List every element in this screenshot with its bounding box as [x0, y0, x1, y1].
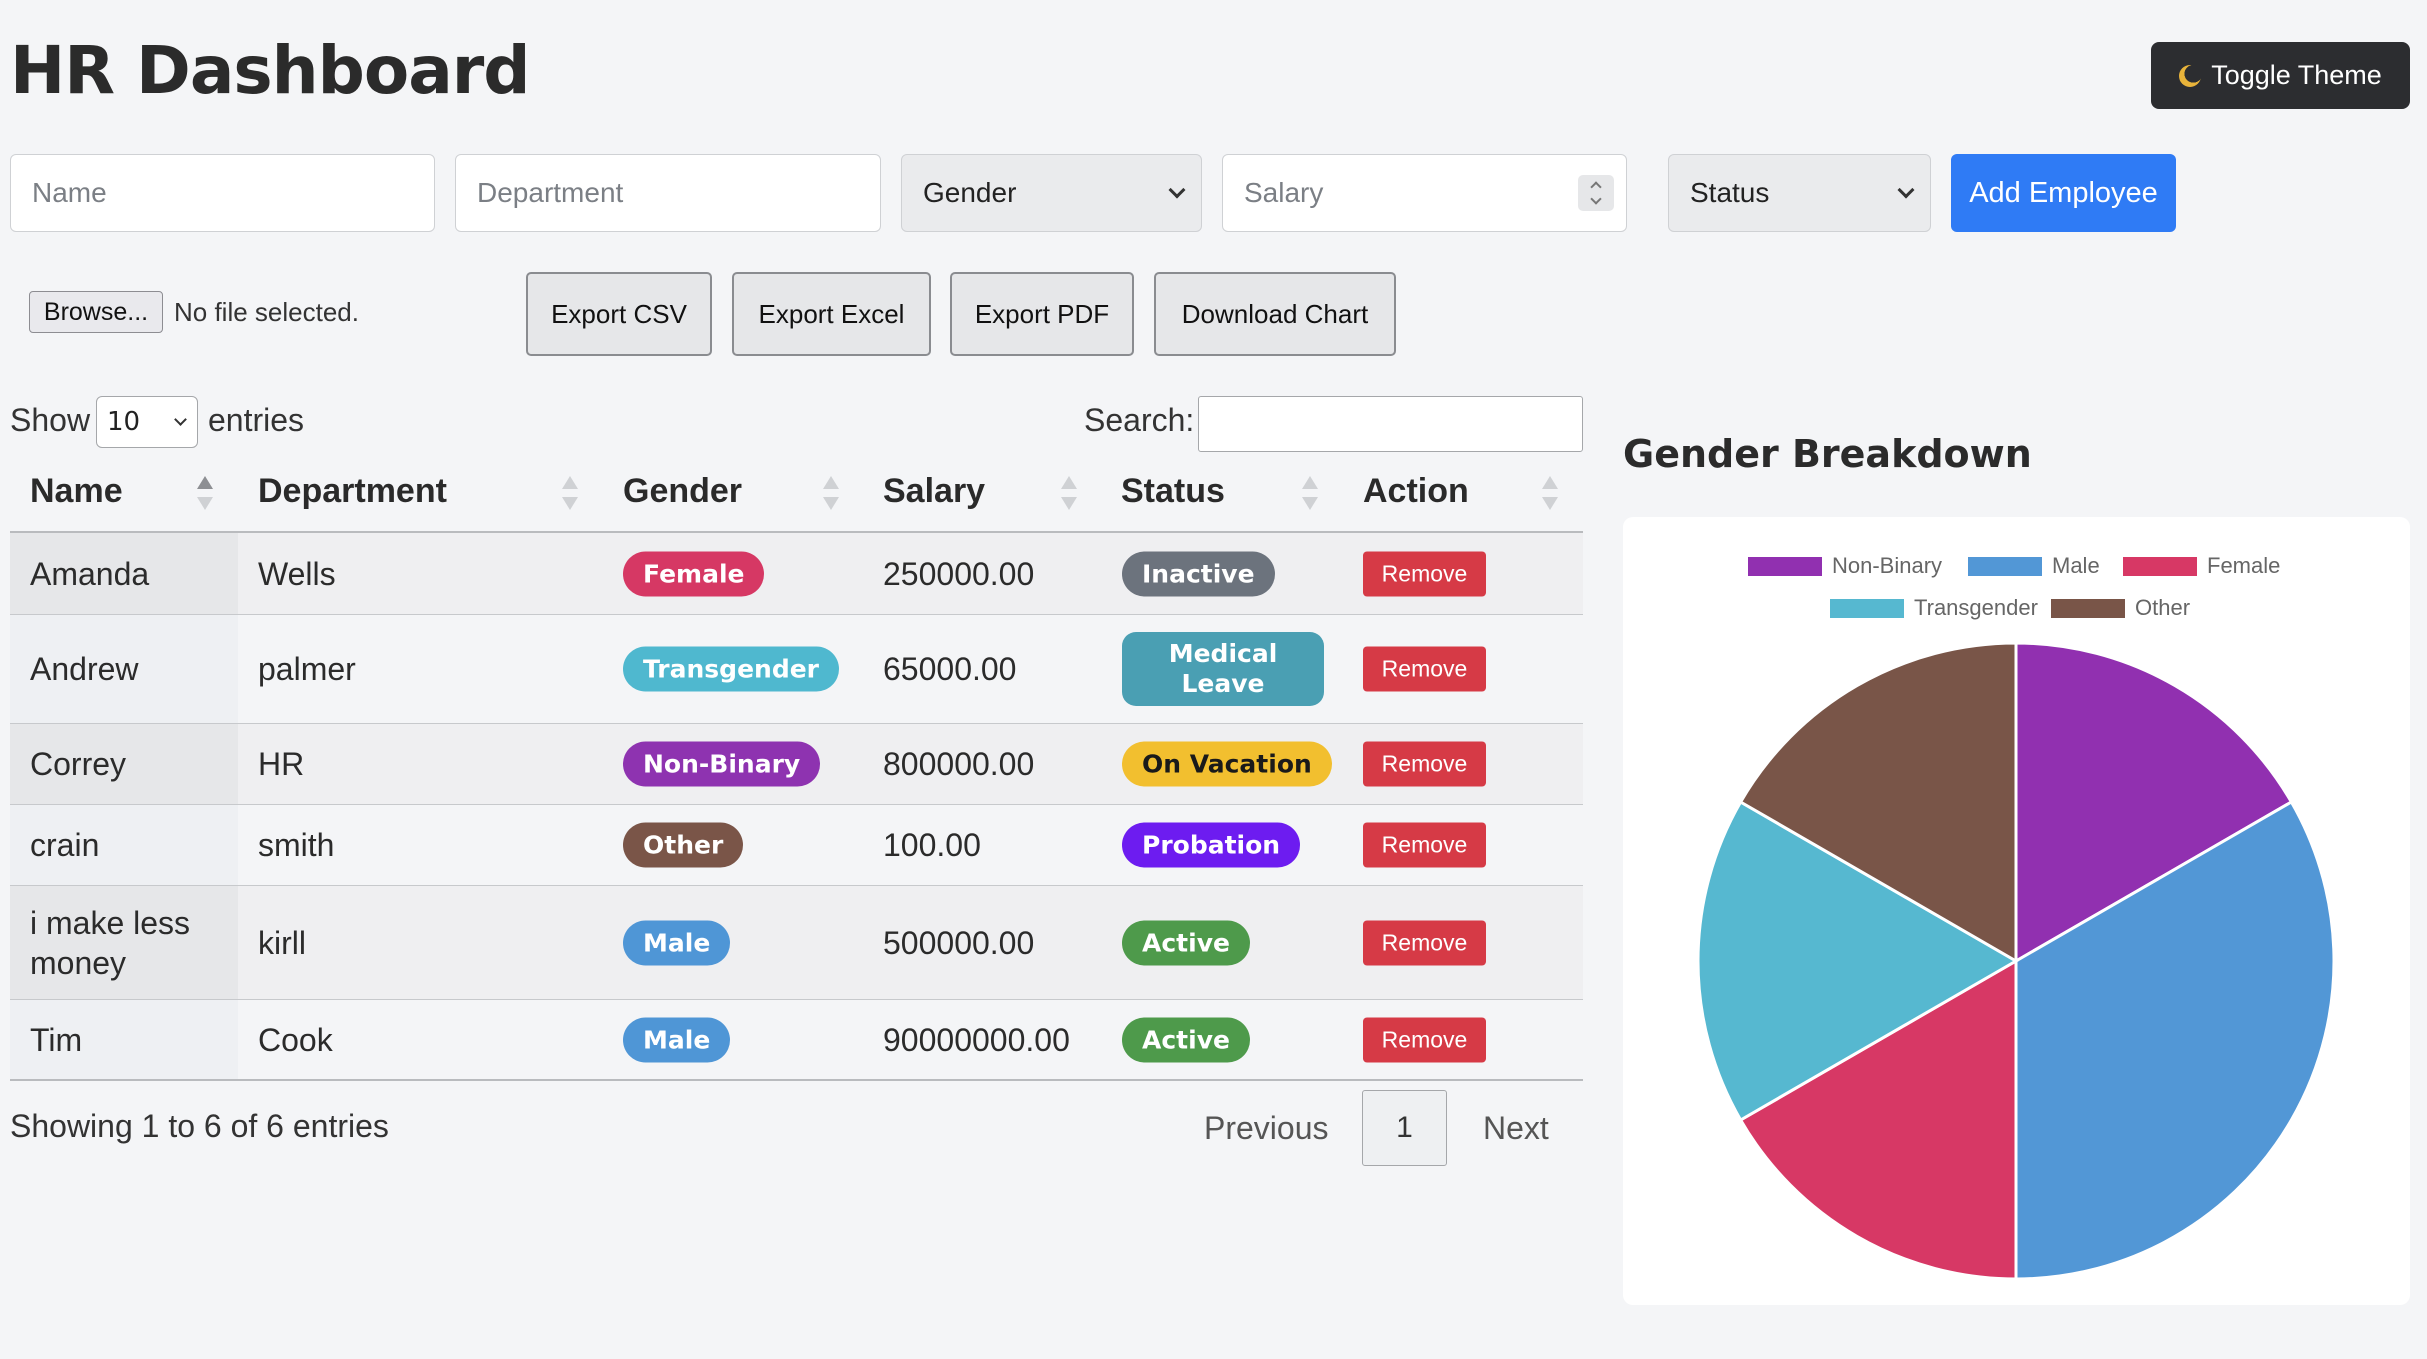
salary-cell: 800000.00 — [883, 746, 1035, 782]
salary-cell: 90000000.00 — [883, 1021, 1070, 1058]
entries-label: entries — [208, 402, 305, 438]
name-cell: Andrew — [30, 651, 139, 687]
next-button[interactable]: Next — [1483, 1110, 1549, 1147]
gender-badge: Non-Binary — [623, 741, 821, 787]
table-row: Tim Cook Male 90000000.00 Active Remove — [10, 1000, 1583, 1081]
department-cell: HR — [258, 746, 305, 782]
chart-card: Non-Binary Male Female Transgender Other — [1623, 517, 2410, 1305]
show-label: Show — [10, 402, 91, 438]
gender-badge: Transgender — [623, 646, 840, 692]
column-header-salary[interactable]: Salary — [883, 472, 985, 511]
entries-select-value: 10 — [107, 407, 141, 437]
name-placeholder: Name — [32, 177, 107, 208]
status-badge: Medical Leave — [1122, 632, 1324, 706]
column-header-action[interactable]: Action — [1363, 472, 1469, 511]
department-input[interactable]: Department — [455, 154, 881, 232]
gender-select-value: Gender — [923, 177, 1017, 208]
status-select-value: Status — [1690, 177, 1770, 208]
chevron-down-icon — [174, 412, 187, 426]
status-badge: Probation — [1122, 822, 1301, 868]
entries-select[interactable]: 10 — [96, 396, 198, 448]
download-chart-button[interactable]: Download Chart — [1154, 272, 1396, 356]
name-cell: Amanda — [30, 555, 150, 592]
gender-badge: Male — [623, 920, 731, 965]
remove-button[interactable]: Remove — [1363, 551, 1486, 596]
column-header-department[interactable]: Department — [258, 472, 447, 511]
export-csv-button[interactable]: Export CSV — [526, 272, 712, 356]
department-placeholder: Department — [477, 177, 624, 208]
table-row: Correy HR Non-Binary 800000.00 On Vacati… — [10, 724, 1583, 805]
remove-button[interactable]: Remove — [1363, 646, 1486, 692]
status-badge: On Vacation — [1122, 741, 1332, 787]
sort-icon — [823, 476, 839, 510]
search-label: Search: — [1084, 402, 1195, 438]
salary-cell: 65000.00 — [883, 651, 1017, 687]
name-cell: crain — [30, 827, 100, 863]
department-cell: Cook — [258, 1021, 333, 1058]
name-cell: Correy — [30, 746, 127, 782]
salary-cell: 500000.00 — [883, 924, 1035, 961]
previous-button[interactable]: Previous — [1204, 1110, 1329, 1147]
column-header-gender[interactable]: Gender — [623, 472, 742, 511]
gender-badge: Male — [623, 1017, 731, 1062]
remove-button[interactable]: Remove — [1363, 1017, 1486, 1062]
export-excel-button[interactable]: Export Excel — [732, 272, 931, 356]
browse-button[interactable]: Browse... — [29, 291, 163, 333]
salary-input[interactable]: Salary — [1222, 154, 1627, 232]
salary-cell: 100.00 — [883, 827, 981, 863]
status-select[interactable]: Status — [1668, 154, 1931, 232]
column-header-status[interactable]: Status — [1121, 472, 1225, 511]
page-1-button[interactable]: 1 — [1362, 1090, 1447, 1166]
column-header-name[interactable]: Name — [30, 472, 123, 511]
search-input[interactable] — [1198, 396, 1583, 452]
chart-title: Gender Breakdown — [1623, 432, 2032, 476]
sort-icon — [197, 476, 213, 510]
remove-button[interactable]: Remove — [1363, 920, 1486, 965]
sort-icon — [1542, 476, 1558, 510]
chevron-down-icon — [1168, 181, 1186, 199]
toggle-theme-button[interactable]: Toggle Theme — [2151, 42, 2410, 109]
name-cell: Tim — [30, 1021, 83, 1058]
gender-select[interactable]: Gender — [901, 154, 1202, 232]
name-cell: i make less money — [30, 904, 191, 981]
gender-badge: Female — [623, 551, 765, 596]
department-cell: palmer — [258, 651, 356, 687]
department-cell: smith — [258, 827, 335, 863]
chevron-down-icon — [1897, 181, 1915, 199]
sort-icon — [1302, 476, 1318, 510]
sort-icon — [562, 476, 578, 510]
remove-button[interactable]: Remove — [1363, 741, 1486, 787]
table-info: Showing 1 to 6 of 6 entries — [10, 1108, 389, 1144]
status-badge: Active — [1122, 1017, 1250, 1062]
stepper-icon[interactable] — [1578, 175, 1614, 211]
moon-icon — [2179, 64, 2202, 87]
name-input[interactable]: Name — [10, 154, 435, 232]
status-badge: Active — [1122, 920, 1250, 965]
pie-chart — [1696, 641, 2336, 1281]
export-pdf-button[interactable]: Export PDF — [950, 272, 1134, 356]
add-employee-button[interactable]: Add Employee — [1951, 154, 2176, 232]
sort-icon — [1061, 476, 1077, 510]
table-row: Andrew palmer Transgender 65000.00 Medic… — [10, 615, 1583, 724]
status-badge: Inactive — [1122, 551, 1275, 596]
toggle-theme-label: Toggle Theme — [2211, 60, 2382, 90]
salary-cell: 250000.00 — [883, 555, 1035, 592]
table-row: i make less money kirll Male 500000.00 A… — [10, 886, 1583, 1000]
table-row: Amanda Wells Female 250000.00 Inactive R… — [10, 533, 1583, 615]
department-cell: kirll — [258, 924, 306, 961]
table-row: crain smith Other 100.00 Probation Remov… — [10, 805, 1583, 886]
department-cell: Wells — [258, 555, 336, 592]
gender-badge: Other — [623, 822, 744, 868]
file-status: No file selected. — [174, 297, 359, 327]
page-title: HR Dashboard — [10, 32, 531, 109]
salary-placeholder: Salary — [1244, 177, 1324, 208]
remove-button[interactable]: Remove — [1363, 822, 1486, 868]
